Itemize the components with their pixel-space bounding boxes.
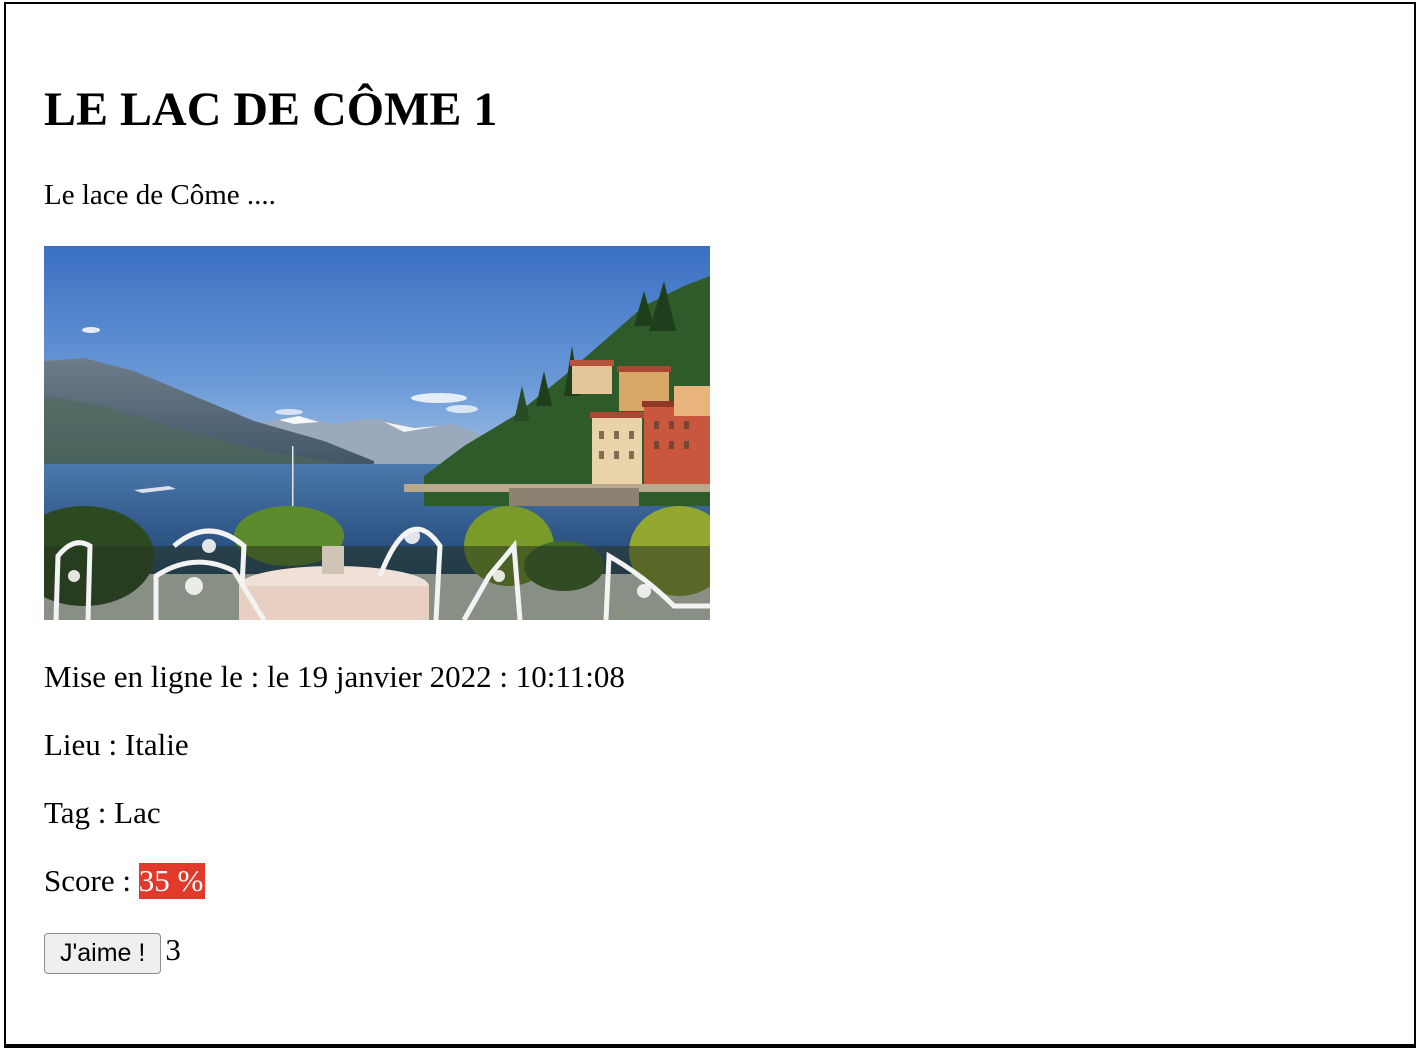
like-count: 3 — [165, 931, 181, 967]
published-label: Mise en ligne le : — [44, 659, 267, 694]
tag-label: Tag : — [44, 795, 115, 830]
location: Lieu : Italie — [44, 727, 189, 763]
article-description: Le lace de Côme .... — [44, 179, 276, 211]
score-badge: 35 % — [138, 863, 206, 899]
score-label: Score : — [44, 863, 139, 898]
published-date: Mise en ligne le : le 19 janvier 2022 : … — [44, 659, 625, 695]
like-button[interactable]: J'aime ! — [44, 933, 162, 975]
published-value: le 19 janvier 2022 : 10:11:08 — [266, 659, 625, 694]
location-label: Lieu : — [44, 727, 125, 762]
like-row: J'aime ! 3 — [44, 931, 181, 975]
tag-value: Lac — [114, 795, 161, 830]
page-title: LE LAC DE CÔME 1 — [44, 83, 498, 136]
score: Score : 35 % — [44, 863, 206, 899]
lake-como-photo — [44, 246, 710, 620]
tag: Tag : Lac — [44, 795, 161, 831]
location-value: Italie — [124, 727, 189, 762]
